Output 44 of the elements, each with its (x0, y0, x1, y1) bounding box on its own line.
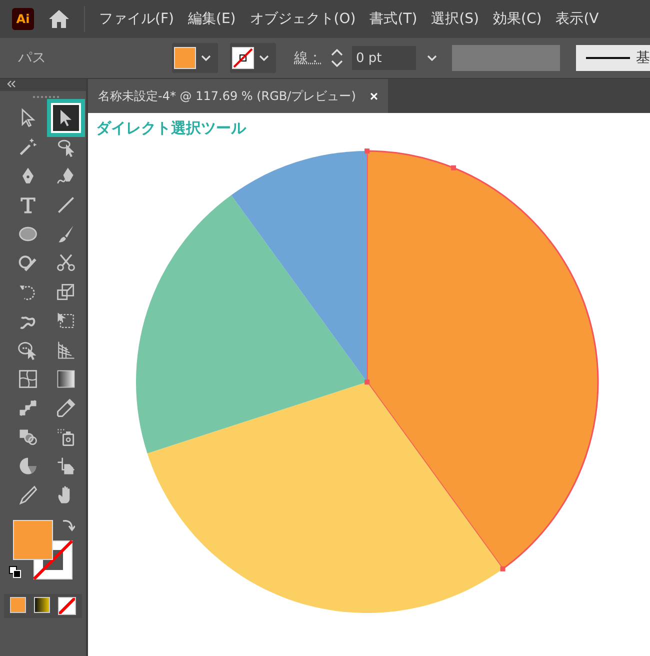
spray-can-icon (55, 426, 77, 448)
scale-icon (55, 281, 77, 303)
fill-color-swatch (174, 47, 196, 69)
app-logo[interactable]: Ai (12, 8, 34, 30)
stroke-weight-label[interactable]: 線： (294, 49, 322, 67)
close-button[interactable]: × (370, 88, 378, 104)
fill-color-dropdown[interactable] (172, 43, 218, 73)
eyedropper-icon (55, 397, 77, 419)
home-icon[interactable] (48, 9, 70, 29)
shape-builder-icon (17, 339, 39, 361)
color-mode-button[interactable] (10, 597, 26, 613)
menu-item[interactable]: 編集(E) (188, 10, 236, 28)
menu-item[interactable]: 選択(S) (431, 10, 480, 28)
blend-icon (17, 397, 39, 419)
pie-graph-icon (17, 455, 39, 477)
swap-arrow-icon[interactable] (61, 518, 75, 532)
brush-style-dropdown[interactable]: 基 (576, 45, 650, 71)
perspective-grid-icon (55, 339, 77, 361)
tool-button[interactable] (53, 105, 79, 131)
menu-item[interactable]: 効果(C) (493, 10, 542, 28)
wand-icon (17, 136, 39, 158)
menu-item[interactable]: ファイル(F) (99, 10, 174, 28)
selection-type-label: パス (18, 49, 47, 67)
menu-item[interactable]: オブジェクト(O) (250, 10, 356, 28)
scissors-icon (55, 252, 77, 274)
knife-icon (17, 484, 39, 506)
collapse-icon[interactable] (6, 79, 16, 89)
stroke-weight-field[interactable]: 0 pt (352, 46, 416, 70)
artboard-icon (55, 455, 77, 477)
tool-name-label: ダイレクト選択ツール (96, 119, 246, 138)
none-mode-button[interactable] (58, 597, 76, 615)
stroke-color-dropdown[interactable] (230, 43, 276, 73)
menu-item[interactable]: 表示(V (556, 10, 599, 28)
default-colors-icon[interactable] (9, 566, 21, 578)
gradient-icon (55, 368, 77, 390)
gradient-mode-button[interactable] (34, 597, 50, 613)
mesh-icon (17, 368, 39, 390)
line-icon (55, 194, 77, 216)
anchor-point[interactable] (451, 165, 456, 170)
fill-swatch[interactable] (13, 520, 53, 560)
document-title: 名称未設定-4* @ 117.69 % (RGB/プレビュー) (98, 88, 356, 104)
menu-item[interactable]: 書式(T) (370, 10, 418, 28)
document-tab[interactable]: 名称未設定-4* @ 117.69 % (RGB/プレビュー) × (88, 79, 388, 113)
no-stroke-icon (232, 47, 254, 69)
